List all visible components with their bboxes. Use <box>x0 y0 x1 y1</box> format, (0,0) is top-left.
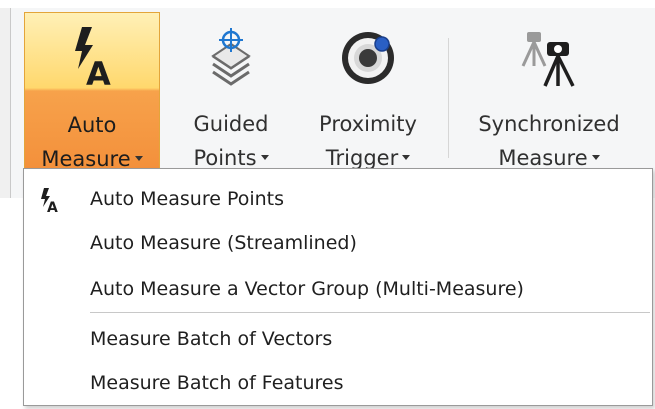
guided-points-icon <box>199 22 263 92</box>
menu-item-label: Measure Batch of Vectors <box>90 328 333 350</box>
menu-item-label: Measure Batch of Features <box>90 372 344 394</box>
dropdown-caret-icon <box>402 154 411 160</box>
dropdown-caret-icon <box>591 154 600 160</box>
menu-item-auto-measure-vector-group[interactable]: Auto Measure a Vector Group (Multi-Measu… <box>24 267 652 311</box>
dropdown-caret-icon <box>134 155 143 161</box>
menu-item-label: Auto Measure a Vector Group (Multi-Measu… <box>90 278 524 300</box>
proximity-trigger-button[interactable]: Proximity Trigger <box>302 12 434 170</box>
svg-text:A: A <box>86 55 111 93</box>
auto-measure-dropdown-menu: A Auto Measure Points Auto Measure (Stre… <box>23 168 653 406</box>
synchronized-measure-icon <box>517 22 581 92</box>
menu-item-measure-batch-features[interactable]: Measure Batch of Features <box>24 361 652 405</box>
ribbon-top-edge <box>0 0 655 8</box>
menu-item-auto-measure-streamlined[interactable]: Auto Measure (Streamlined) <box>24 221 652 265</box>
guided-points-button[interactable]: Guided Points <box>176 12 286 170</box>
auto-measure-button[interactable]: A Auto Measure <box>24 12 160 171</box>
menu-item-auto-measure-points[interactable]: A Auto Measure Points <box>24 177 652 221</box>
ribbon-separator <box>448 38 449 158</box>
menu-item-label: Auto Measure (Streamlined) <box>90 232 357 254</box>
auto-measure-label-line1: Auto <box>67 113 117 137</box>
synchronized-measure-button[interactable]: Synchronized Measure <box>462 12 636 170</box>
proximity-trigger-label-line1: Proximity <box>319 112 417 136</box>
dropdown-caret-icon <box>260 154 269 160</box>
menu-item-label: Auto Measure Points <box>90 188 285 210</box>
auto-measure-icon: A <box>36 187 64 216</box>
synchronized-measure-label-line1: Synchronized <box>478 112 620 136</box>
guided-points-label-line1: Guided <box>193 112 269 136</box>
svg-text:A: A <box>47 200 58 213</box>
menu-separator <box>90 312 650 313</box>
proximity-trigger-icon <box>336 22 400 92</box>
menu-item-measure-batch-vectors[interactable]: Measure Batch of Vectors <box>24 317 652 361</box>
auto-measure-icon: A <box>60 23 124 93</box>
